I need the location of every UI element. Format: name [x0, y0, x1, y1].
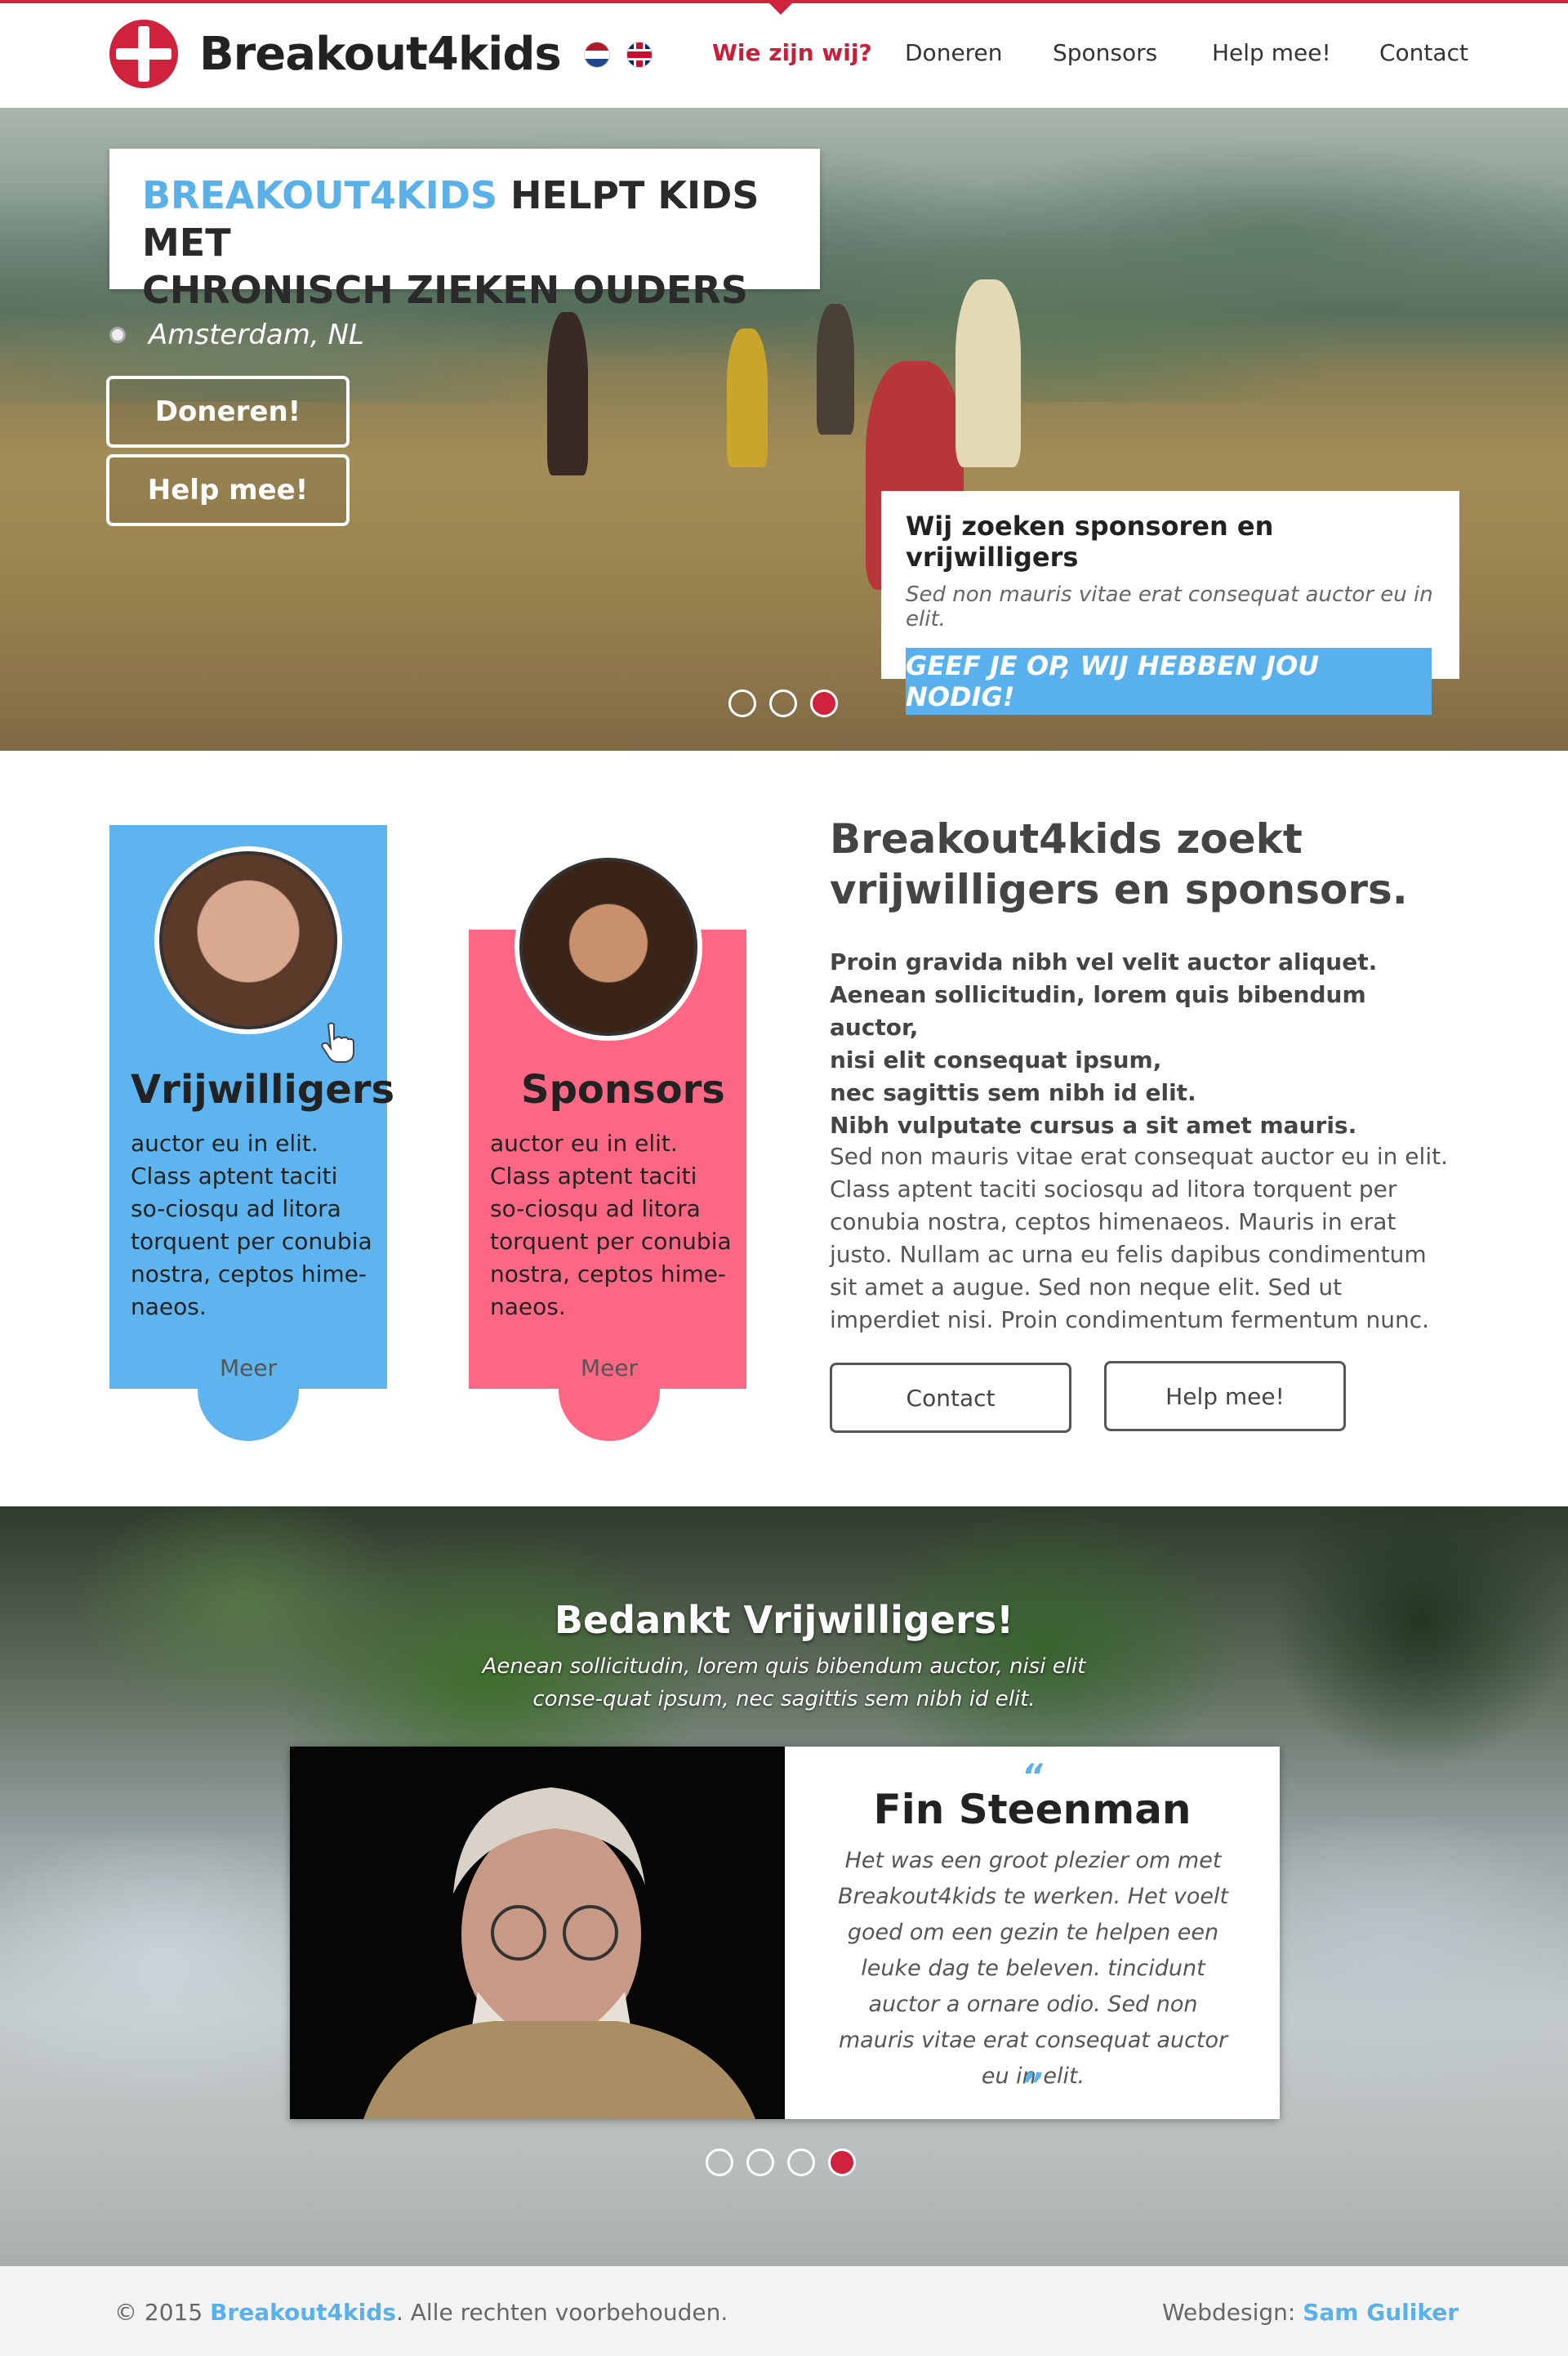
sponsor-callout-heading: Wij zoeken sponsoren en vrijwilligers	[906, 511, 1274, 573]
sponsor-callout-subtext: Sed non mauris vitae erat consequat auct…	[906, 582, 1433, 631]
intro-heading: Breakout4kids zoekt vrijwilligers en spo…	[830, 815, 1408, 913]
testimonial-slider-dots	[706, 2149, 856, 2176]
testimonial-card: “ Fin Steenman Het was een groot plezier…	[290, 1747, 1280, 2119]
logo[interactable]: Breakout4kids	[109, 20, 562, 88]
sponsors-card-text: auctor eu in elit. Class aptent taciti s…	[490, 1130, 732, 1320]
footer-designer-link[interactable]: Sam Guliker	[1303, 2299, 1459, 2326]
nav-item-wie-zijn-wij[interactable]: Wie zijn wij?	[712, 39, 872, 66]
slider-dot[interactable]	[706, 2149, 733, 2176]
hero-title-line-1: BREAKOUT4KIDS HELPT KIDS MET	[142, 173, 760, 265]
slider-dot-active[interactable]	[810, 689, 838, 717]
testimonial-quote: Het was een groot plezier om met Breakou…	[837, 1848, 1229, 2089]
footer-brand-link[interactable]: Breakout4kids	[210, 2299, 396, 2326]
footer-copyright: © 2015 Breakout4kids. Alle rechten voorb…	[114, 2299, 728, 2326]
volunteers-card-title: Vrijwilligers	[131, 1067, 395, 1113]
hero-location: Amsterdam, NL	[109, 319, 364, 351]
site-footer: © 2015 Breakout4kids. Alle rechten voorb…	[0, 2266, 1568, 2356]
testimonial-name: Fin Steenman	[873, 1786, 1192, 1833]
slider-dot-active[interactable]	[828, 2149, 856, 2176]
hero-slider-dots	[728, 689, 838, 717]
hero-slider: BREAKOUT4KIDS HELPT KIDS MET CHRONISCH Z…	[0, 108, 1568, 751]
location-pin-icon	[109, 327, 126, 343]
logo-cross-icon	[109, 20, 178, 88]
volunteers-card-text: auctor eu in elit. Class aptent taciti s…	[131, 1130, 372, 1320]
nav-item-sponsors[interactable]: Sponsors	[1053, 39, 1157, 66]
contact-button[interactable]: Contact	[830, 1363, 1071, 1433]
testimonial-portrait	[290, 1747, 785, 2119]
slider-dot[interactable]	[769, 689, 797, 717]
hero-donate-button[interactable]: Doneren!	[106, 376, 350, 448]
hero-title-box: BREAKOUT4KIDS HELPT KIDS MET CHRONISCH Z…	[109, 149, 820, 312]
testimonials-subheading: Aenean sollicitudin, lorem quis bibendum…	[482, 1654, 1086, 1711]
volunteers-more-button[interactable]: Meer	[198, 1340, 299, 1441]
sponsor-avatar	[514, 853, 702, 1041]
intro-bold-lines: Proin gravida nibh vel velit auctor aliq…	[830, 948, 1378, 1139]
active-nav-caret	[769, 3, 792, 15]
sponsors-more-button[interactable]: Meer	[559, 1340, 660, 1441]
nl-flag-icon[interactable]	[585, 42, 609, 67]
slider-dot[interactable]	[728, 689, 756, 717]
logo-text: Breakout4kids	[199, 27, 562, 81]
sponsors-card-title: Sponsors	[521, 1067, 725, 1113]
slider-dot[interactable]	[746, 2149, 774, 2176]
sponsor-callout: Wij zoeken sponsoren en vrijwilligers Se…	[881, 491, 1459, 715]
quote-close-icon: ”	[1022, 2067, 1043, 2104]
help-mee-button[interactable]: Help mee!	[1104, 1361, 1346, 1431]
language-switcher	[585, 42, 652, 67]
hero-title-line-2: CHRONISCH ZIEKEN OUDERS	[142, 268, 748, 312]
hero-help-button[interactable]: Help mee!	[106, 454, 350, 526]
volunteer-avatar	[154, 846, 342, 1034]
footer-credits: Webdesign: Sam Guliker	[1161, 2299, 1459, 2326]
intro-paragraph: Sed non mauris vitae erat consequat auct…	[830, 1143, 1448, 1333]
testimonials-section: Bedankt Vrijwilligers! Aenean sollicitud…	[0, 1506, 1568, 2266]
testimonials-heading: Bedankt Vrijwilligers!	[554, 1598, 1014, 1642]
nav-item-help-mee[interactable]: Help mee!	[1212, 39, 1331, 66]
nav-item-doneren[interactable]: Doneren	[905, 39, 1003, 66]
slider-dot[interactable]	[787, 2149, 815, 2176]
site-header: Breakout4kids Wie zijn wij? Doneren Spon…	[0, 0, 1568, 108]
nav-item-contact[interactable]: Contact	[1379, 39, 1468, 66]
uk-flag-icon[interactable]	[627, 42, 652, 67]
hand-pointer-icon	[321, 1022, 354, 1063]
signup-cta-button[interactable]: GEEF JE OP, WIJ HEBBEN JOU NODIG!	[906, 648, 1432, 715]
